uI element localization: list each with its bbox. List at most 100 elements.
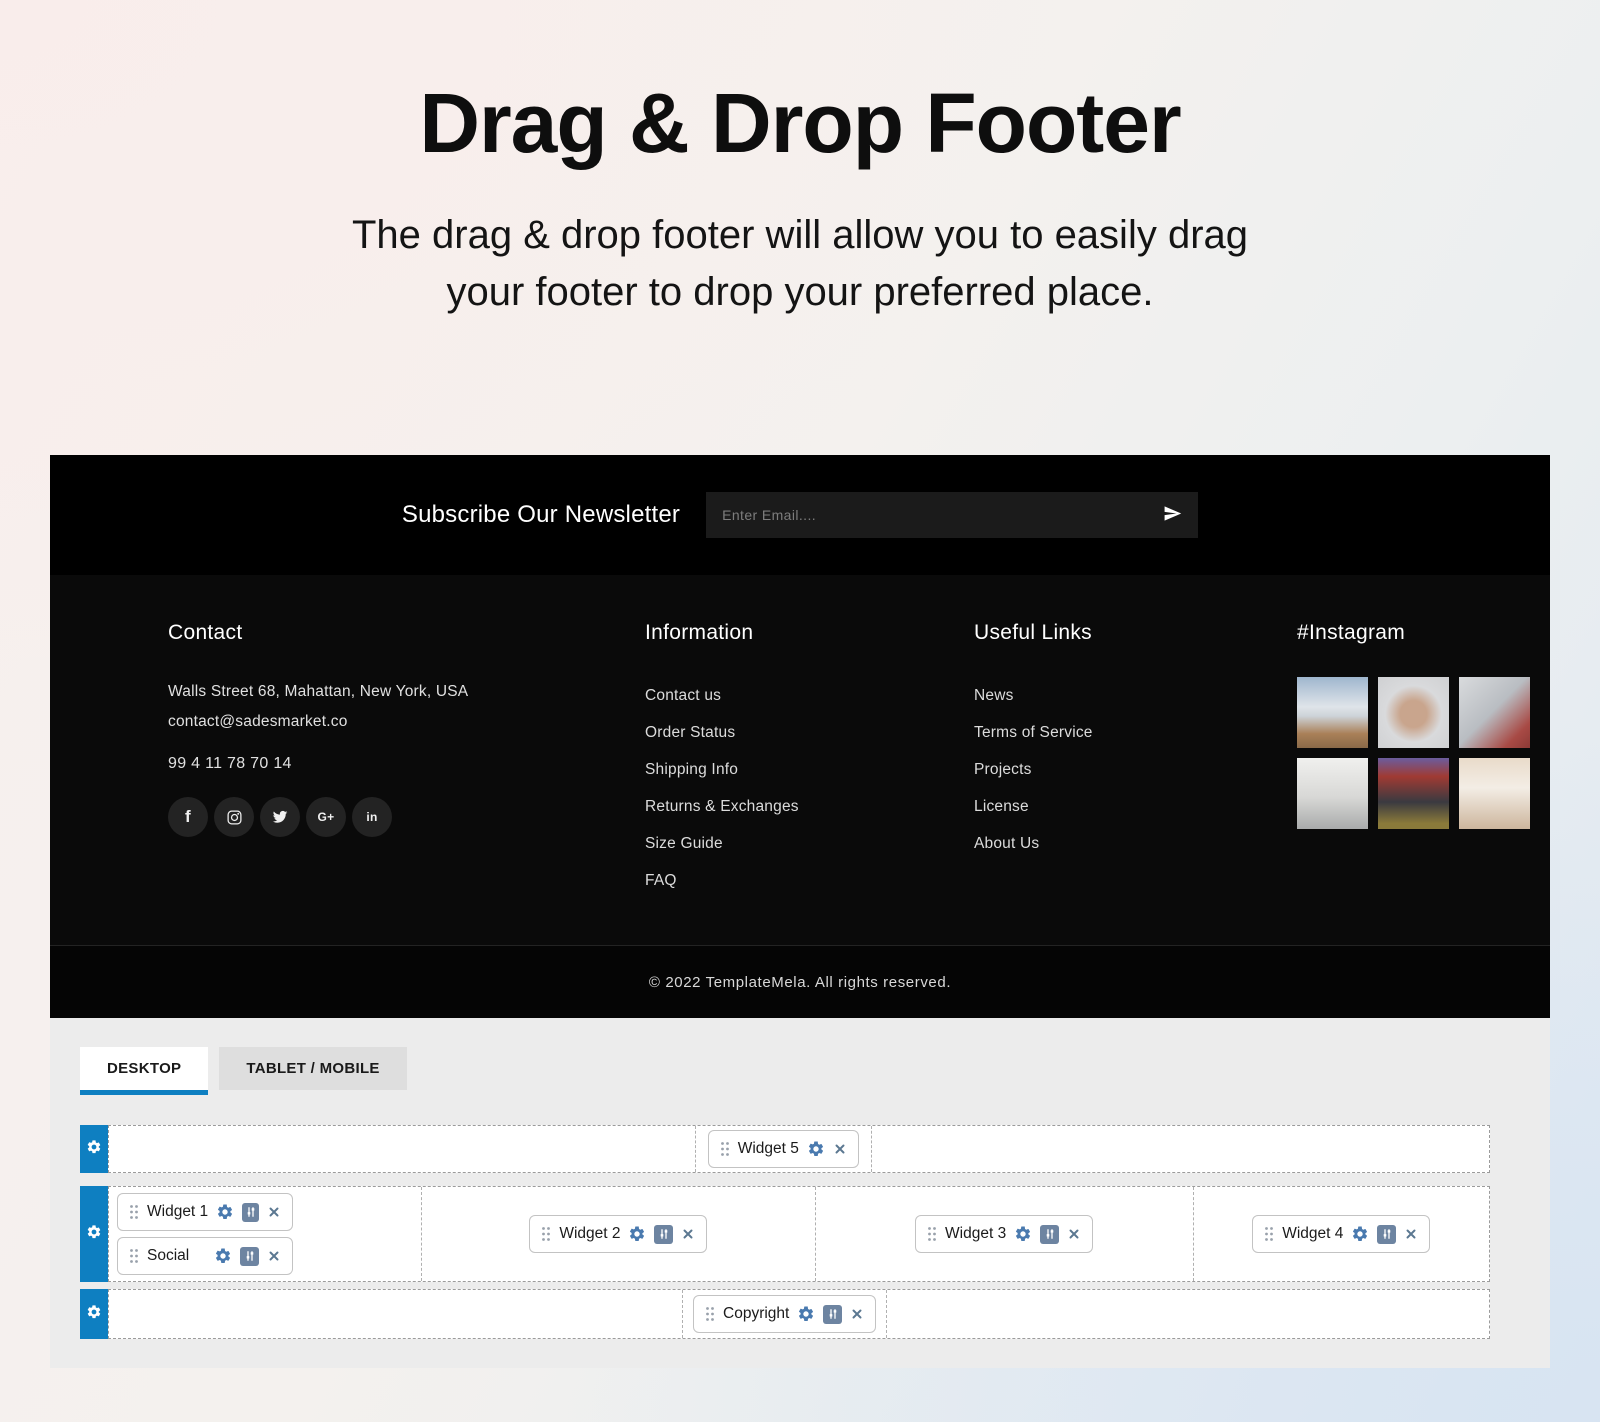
row-cell-empty[interactable] (887, 1290, 1489, 1338)
footer-link[interactable]: Order Status (645, 714, 974, 751)
facebook-icon[interactable]: f (168, 797, 208, 837)
column-width-icon[interactable] (654, 1225, 673, 1244)
footer-link[interactable]: News (974, 677, 1297, 714)
google-plus-icon[interactable]: G+ (306, 797, 346, 837)
social-links: f G+ in (168, 797, 645, 837)
row-cell-empty[interactable] (872, 1126, 1489, 1172)
tab-desktop[interactable]: DESKTOP (80, 1047, 208, 1095)
footer-link[interactable]: Terms of Service (974, 714, 1297, 751)
gear-icon[interactable] (214, 1247, 232, 1265)
row-settings-handle[interactable] (80, 1186, 108, 1282)
footer-column-information: Information Contact us Order Status Ship… (645, 621, 974, 945)
column-width-icon[interactable] (1377, 1225, 1396, 1244)
drag-handle-icon[interactable] (541, 1226, 551, 1242)
row-cell-empty[interactable] (109, 1290, 683, 1338)
widget-editor-panel: DESKTOP TABLET / MOBILE Widget 5 (50, 1018, 1550, 1368)
editor-row: Copyright (108, 1289, 1490, 1339)
close-icon[interactable] (267, 1249, 281, 1263)
gear-icon (86, 1304, 102, 1325)
linkedin-icon[interactable]: in (352, 797, 392, 837)
column-width-icon[interactable] (240, 1247, 259, 1266)
close-icon[interactable] (1067, 1227, 1081, 1241)
editor-rows: Widget 5 (50, 1125, 1550, 1339)
close-icon[interactable] (267, 1205, 281, 1219)
footer-link[interactable]: FAQ (645, 862, 974, 899)
twitter-icon[interactable] (260, 797, 300, 837)
footer-link[interactable]: Shipping Info (645, 751, 974, 788)
instagram-heading: #Instagram (1297, 621, 1530, 645)
footer-link[interactable]: Contact us (645, 677, 974, 714)
gear-icon[interactable] (628, 1225, 646, 1243)
row-settings-handle[interactable] (80, 1125, 108, 1173)
footer-column-useful-links: Useful Links News Terms of Service Proje… (974, 621, 1297, 945)
footer-link[interactable]: About Us (974, 825, 1297, 862)
column-width-icon[interactable] (823, 1305, 842, 1324)
widget-chip-copyright[interactable]: Copyright (693, 1295, 876, 1333)
widget-chip-widget2[interactable]: Widget 2 (529, 1215, 707, 1253)
instagram-photo-cyclist[interactable] (1297, 677, 1368, 748)
instagram-photo-firefighter[interactable] (1378, 758, 1449, 829)
gear-icon[interactable] (797, 1305, 815, 1323)
instagram-photo-child-glasses[interactable] (1378, 677, 1449, 748)
information-heading: Information (645, 621, 974, 645)
footer-link[interactable]: Returns & Exchanges (645, 788, 974, 825)
footer-link[interactable]: Projects (974, 751, 1297, 788)
close-icon[interactable] (833, 1142, 847, 1156)
drag-handle-icon[interactable] (720, 1141, 730, 1157)
drag-handle-icon[interactable] (129, 1248, 139, 1264)
instagram-photo-bedroom[interactable] (1297, 758, 1368, 829)
widget-chip-social[interactable]: Social (117, 1237, 293, 1275)
footer-link[interactable]: Size Guide (645, 825, 974, 862)
page-subtitle: The drag & drop footer will allow you to… (0, 207, 1600, 321)
useful-links-heading: Useful Links (974, 621, 1297, 645)
editor-row-3: Copyright (80, 1289, 1490, 1339)
column-width-icon[interactable] (242, 1203, 259, 1222)
gear-icon (86, 1224, 102, 1245)
close-icon[interactable] (681, 1227, 695, 1241)
widget-chip-widget3[interactable]: Widget 3 (915, 1215, 1093, 1253)
gear-icon[interactable] (1014, 1225, 1032, 1243)
newsletter-send-button[interactable] (1163, 504, 1182, 526)
widget-chip-label: Widget 3 (945, 1225, 1006, 1243)
drag-handle-icon[interactable] (705, 1306, 715, 1322)
contact-phone[interactable]: 99 4 11 78 70 14 (168, 755, 645, 773)
widget-chip-label: Widget 5 (738, 1140, 799, 1158)
widget-chip-widget4[interactable]: Widget 4 (1252, 1215, 1430, 1253)
footer-preview: Subscribe Our Newsletter Contact Walls S… (50, 455, 1550, 1018)
editor-row-1: Widget 5 (80, 1125, 1490, 1173)
row-settings-handle[interactable] (80, 1289, 108, 1339)
row-cell: Widget 3 (816, 1187, 1194, 1281)
widget-chip-widget5[interactable]: Widget 5 (708, 1130, 859, 1168)
copyright-bar: © 2022 TemplateMela. All rights reserved… (50, 945, 1550, 1018)
close-icon[interactable] (1404, 1227, 1418, 1241)
gear-icon[interactable] (216, 1203, 234, 1221)
instagram-photo-mechanic[interactable] (1459, 677, 1530, 748)
newsletter-email-input[interactable] (722, 507, 1163, 523)
gear-icon (86, 1139, 102, 1160)
drag-handle-icon[interactable] (927, 1226, 937, 1242)
instagram-photo-wedding-couple[interactable] (1459, 758, 1530, 829)
widget-chip-widget1[interactable]: Widget 1 (117, 1193, 293, 1231)
editor-row: Widget 1 Social (108, 1186, 1490, 1282)
page: Drag & Drop Footer The drag & drop foote… (0, 0, 1600, 1422)
contact-heading: Contact (168, 621, 645, 645)
row-cell-empty[interactable] (109, 1126, 696, 1172)
instagram-grid (1297, 677, 1530, 829)
close-icon[interactable] (850, 1307, 864, 1321)
column-width-icon[interactable] (1040, 1225, 1059, 1244)
widget-chip-label: Copyright (723, 1305, 789, 1323)
footer-column-contact: Contact Walls Street 68, Mahattan, New Y… (168, 621, 645, 945)
tab-tablet-mobile[interactable]: TABLET / MOBILE (219, 1047, 406, 1090)
contact-email[interactable]: contact@sadesmarket.co (168, 707, 645, 737)
row-cell: Widget 5 (696, 1126, 873, 1172)
useful-links: News Terms of Service Projects License A… (974, 677, 1297, 862)
footer-link[interactable]: License (974, 788, 1297, 825)
gear-icon[interactable] (1351, 1225, 1369, 1243)
gear-icon[interactable] (807, 1140, 825, 1158)
editor-tabs: DESKTOP TABLET / MOBILE (80, 1047, 1550, 1095)
drag-handle-icon[interactable] (129, 1204, 139, 1220)
instagram-icon[interactable] (214, 797, 254, 837)
editor-row-2: Widget 1 Social (80, 1186, 1490, 1282)
information-links: Contact us Order Status Shipping Info Re… (645, 677, 974, 899)
drag-handle-icon[interactable] (1264, 1226, 1274, 1242)
